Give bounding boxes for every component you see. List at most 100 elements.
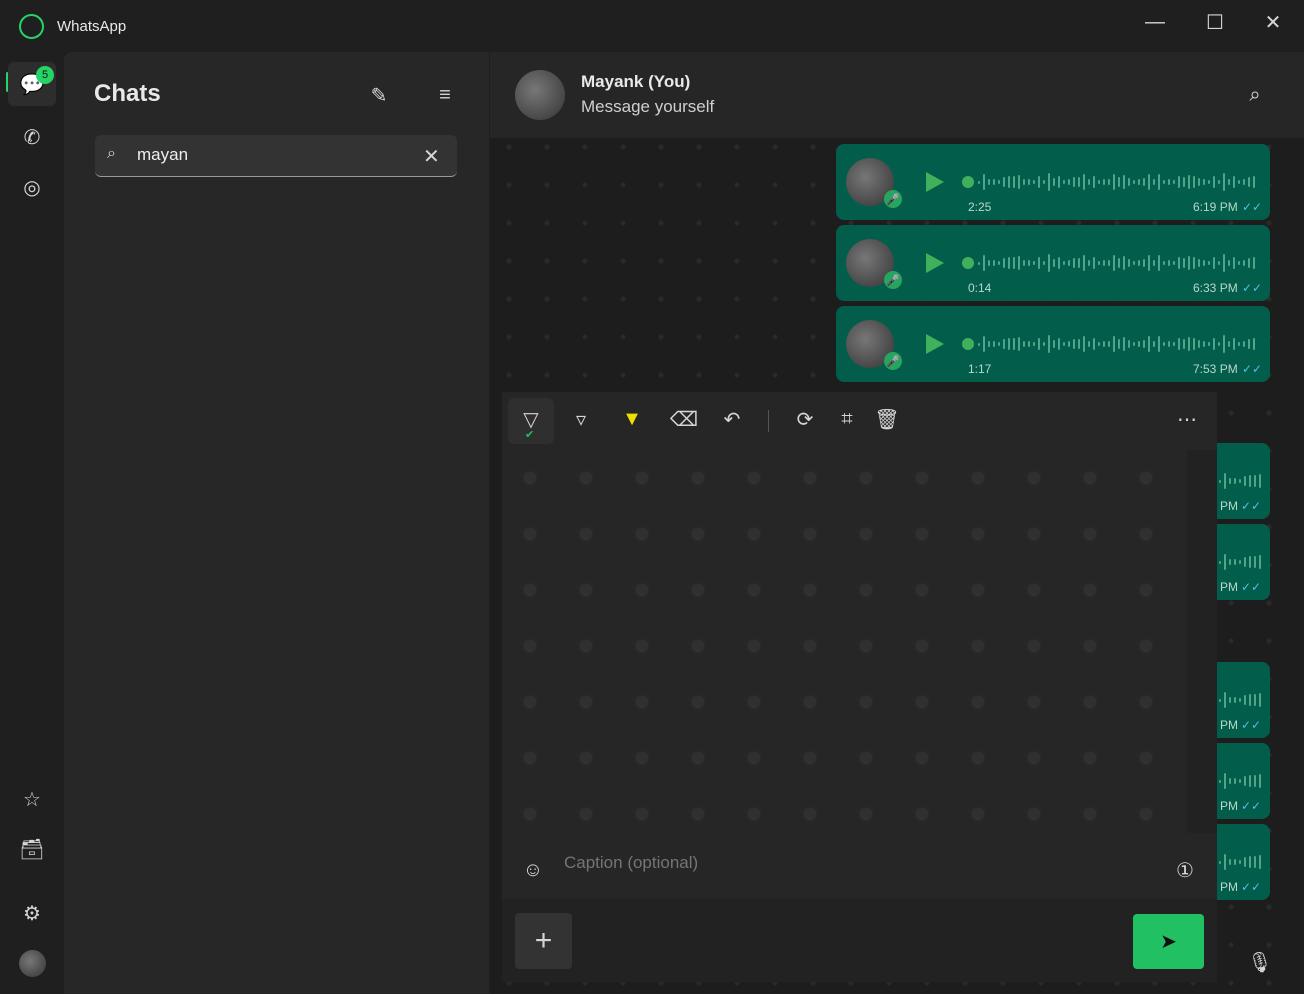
search-chat-icon[interactable]: ⌕ xyxy=(1240,80,1270,110)
waveform-bar xyxy=(1103,178,1105,186)
selected-check-icon: ✔ xyxy=(525,429,535,441)
playback-slider[interactable] xyxy=(962,338,974,350)
waveform-bar xyxy=(1098,342,1100,346)
play-button[interactable] xyxy=(926,172,944,192)
voice-message-partial[interactable]: PM ✓✓ xyxy=(1217,662,1270,738)
emoji-icon[interactable]: ☺ xyxy=(518,855,548,885)
voice-message-partial[interactable]: PM ✓✓ xyxy=(1217,524,1270,600)
waveform-bar xyxy=(1178,176,1180,188)
waveform-bar xyxy=(1018,255,1020,271)
waveform-bar xyxy=(1103,340,1105,348)
waveform-bar xyxy=(1088,259,1090,267)
highlighter-icon[interactable]: ▼ xyxy=(617,404,647,434)
waveform-bar xyxy=(1234,777,1236,785)
waveform-bar xyxy=(1218,179,1220,185)
caption-input[interactable] xyxy=(564,853,1124,873)
undo-icon[interactable]: ↶ xyxy=(717,404,747,434)
waveform[interactable] xyxy=(978,253,1255,273)
waveform-bar xyxy=(1208,179,1210,185)
status-icon[interactable]: ◎ xyxy=(16,172,48,202)
voice-message[interactable]: 🎤 2:25 6:19 PM ✓✓ xyxy=(836,144,1270,220)
waveform-bar xyxy=(1048,335,1050,353)
waveform-bar xyxy=(1249,774,1251,788)
waveform-bar xyxy=(1173,341,1175,347)
waveform-bar xyxy=(1063,260,1065,266)
crop-icon[interactable]: ⌗ xyxy=(832,404,862,434)
send-button[interactable]: ➤ xyxy=(1133,914,1204,969)
starred-icon[interactable]: ☆ xyxy=(16,784,48,814)
editor-toolbar: ▽ ✔ ▿ ▼ ⌫ ↶ ⟳ ⌗ 🗑 ⋯ xyxy=(502,392,1217,450)
waveform-bar xyxy=(1158,254,1160,272)
waveform-bar xyxy=(1093,176,1095,188)
waveform-bar xyxy=(1053,259,1055,267)
waveform-bar xyxy=(1013,256,1015,270)
voice-message-partial[interactable]: PM ✓✓ xyxy=(1217,824,1270,900)
pencil-icon[interactable]: ▿ xyxy=(566,404,596,434)
waveform-bar xyxy=(1233,176,1235,188)
waveform[interactable] xyxy=(978,172,1255,192)
waveform-bar xyxy=(1249,555,1251,569)
view-once-icon[interactable]: ① xyxy=(1170,855,1200,885)
waveform-bar xyxy=(1198,178,1200,186)
waveform-bar xyxy=(1138,340,1140,348)
voice-message-partial[interactable]: PM ✓✓ xyxy=(1217,743,1270,819)
whatsapp-logo-icon xyxy=(19,14,44,39)
read-receipt-icon: ✓✓ xyxy=(1241,799,1262,813)
waveform-bar xyxy=(1229,697,1231,703)
waveform-bar xyxy=(1093,338,1095,350)
waveform-bar xyxy=(1153,260,1155,266)
close-window-button[interactable]: ✕ xyxy=(1258,8,1288,36)
waveform-bar xyxy=(1143,259,1145,267)
voice-duration: 0:14 xyxy=(968,281,992,295)
waveform-bar xyxy=(1183,257,1185,269)
playback-slider[interactable] xyxy=(962,176,974,188)
waveform-bar xyxy=(1254,774,1256,788)
contact-name[interactable]: Mayank (You) xyxy=(581,72,690,92)
rotate-icon[interactable]: ⟳ xyxy=(790,404,820,434)
play-button[interactable] xyxy=(926,334,944,354)
eraser-icon[interactable]: ⌫ xyxy=(669,404,699,434)
archived-icon[interactable]: 🗃 xyxy=(16,834,48,864)
message-time-partial: PM xyxy=(1220,880,1238,894)
waveform-bar xyxy=(1224,853,1226,871)
waveform-bar xyxy=(1033,342,1035,346)
add-media-button[interactable]: + xyxy=(515,913,572,969)
play-button[interactable] xyxy=(926,253,944,273)
waveform-bar xyxy=(1188,336,1190,352)
waveform-bar xyxy=(1208,260,1210,266)
new-chat-icon[interactable]: ✎ xyxy=(364,80,394,110)
waveform-bar xyxy=(1153,179,1155,185)
image-canvas[interactable] xyxy=(502,450,1187,833)
voice-message[interactable]: 🎤 1:17 7:53 PM ✓✓ xyxy=(836,306,1270,382)
search-input[interactable] xyxy=(137,145,407,165)
waveform-bar xyxy=(1158,335,1160,353)
voice-message-partial[interactable]: PM ✓✓ xyxy=(1217,443,1270,519)
more-options-icon[interactable]: ⋯ xyxy=(1172,404,1202,434)
maximize-button[interactable]: ☐ xyxy=(1200,8,1230,36)
waveform-bar xyxy=(988,341,990,347)
chats-nav-button[interactable]: 💬 5 xyxy=(8,62,56,106)
voice-message-icon[interactable]: 🎙 xyxy=(1246,948,1274,976)
delete-icon[interactable]: 🗑 xyxy=(872,404,902,434)
playback-slider[interactable] xyxy=(962,257,974,269)
profile-avatar[interactable] xyxy=(19,950,46,977)
waveform-bar xyxy=(1219,779,1221,783)
settings-icon[interactable]: ⚙ xyxy=(16,898,48,928)
waveform-bar xyxy=(1008,175,1010,189)
search-box[interactable]: ⌕ ✕ xyxy=(95,135,457,177)
clear-search-icon[interactable]: ✕ xyxy=(423,144,440,169)
calls-icon[interactable]: ✆ xyxy=(16,122,48,152)
waveform-bar xyxy=(1078,257,1080,269)
filter-icon[interactable]: ≡ xyxy=(430,80,460,110)
waveform xyxy=(1219,471,1261,491)
waveform-bar xyxy=(1208,341,1210,347)
waveform[interactable] xyxy=(978,334,1255,354)
contact-avatar[interactable] xyxy=(515,70,565,120)
waveform-bar xyxy=(1198,340,1200,348)
waveform-bar xyxy=(1073,176,1075,188)
image-editor: ▽ ✔ ▿ ▼ ⌫ ↶ ⟳ ⌗ 🗑 ⋯ ☺ ① + ➤ xyxy=(502,392,1217,982)
voice-message[interactable]: 🎤 0:14 6:33 PM ✓✓ xyxy=(836,225,1270,301)
waveform-bar xyxy=(1219,560,1221,564)
minimize-button[interactable]: — xyxy=(1140,8,1170,36)
waveform-bar xyxy=(1198,259,1200,267)
